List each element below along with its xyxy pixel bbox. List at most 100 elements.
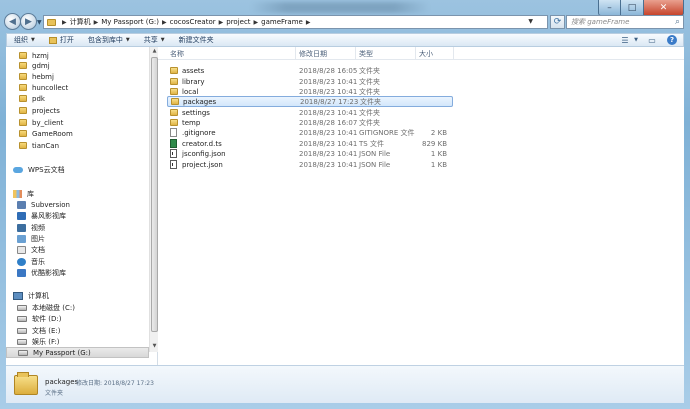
file-date: 2018/8/23 10:41 (299, 108, 358, 117)
nav-lib-pictures[interactable]: 图片 (17, 233, 45, 244)
nav-lib-subversion[interactable]: Subversion (17, 199, 70, 210)
refresh-button[interactable]: ⟳ (550, 15, 565, 29)
file-name: project.json (182, 160, 223, 169)
nav-item-label: 软件 (D:) (32, 314, 62, 323)
scroll-down-arrow-icon[interactable]: ▼ (151, 343, 158, 351)
file-date: 2018/8/23 10:41 (299, 149, 358, 158)
nav-drive-d[interactable]: 软件 (D:) (17, 313, 61, 324)
navigation-pane[interactable]: hzmj gdmj hebmj huncollect pdk projects … (6, 47, 158, 365)
folder-icon (170, 67, 178, 74)
nav-item-label: 视频 (31, 223, 45, 232)
scroll-thumb[interactable] (151, 57, 158, 332)
file-row[interactable]: .gitignore 2018/8/23 10:41 GITIGNORE 文件 … (167, 127, 453, 138)
chevron-down-icon[interactable]: ▼ (633, 35, 639, 45)
nav-folder-hebmj[interactable]: hebmj (19, 71, 54, 82)
preview-pane-icon[interactable]: ▭ (645, 35, 659, 45)
breadcrumb-gameframe[interactable]: gameFrame (261, 18, 303, 26)
back-button[interactable]: ◀ (4, 13, 21, 30)
column-divider[interactable] (453, 47, 454, 60)
nav-folder-projects[interactable]: projects (19, 105, 60, 116)
file-list[interactable]: 名称 修改日期 类型 大小 assets 2018/8/28 16:05 文件夹… (158, 47, 684, 365)
column-date[interactable]: 修改日期 (299, 49, 327, 59)
folder-icon (170, 109, 178, 116)
nav-lib-documents[interactable]: 文档 (17, 244, 45, 255)
nav-folder-by-client[interactable]: by_client (19, 117, 63, 128)
breadcrumb-separator[interactable]: ▶ (94, 19, 99, 26)
nav-lib-video[interactable]: 视频 (17, 222, 45, 233)
nav-libraries[interactable]: 库 (13, 188, 34, 199)
column-divider[interactable] (295, 47, 296, 60)
column-divider[interactable] (415, 47, 416, 60)
nav-drive-f[interactable]: 娱乐 (F:) (17, 336, 60, 347)
file-type: 文件夹 (360, 97, 381, 106)
file-size: 1 KB (430, 160, 447, 169)
breadcrumb-separator[interactable]: ▶ (162, 19, 167, 26)
nav-computer[interactable]: 计算机 (13, 290, 49, 301)
column-divider[interactable] (355, 47, 356, 60)
file-row-selected[interactable]: packages 2018/8/27 17:23 文件夹 (167, 96, 453, 107)
command-bar: 组织 ▼ 打开 包含到库中 ▼ 共享 ▼ 新建文件夹 ☰ ▼ ▭ ? (6, 33, 684, 47)
forward-button[interactable]: ▶ (20, 13, 37, 30)
address-bar[interactable]: ▶ 计算机 ▶ My Passport (G:) ▶ cocosCreator … (43, 15, 548, 29)
file-date: 2018/8/23 10:41 (299, 160, 358, 169)
scroll-up-arrow-icon[interactable]: ▲ (151, 48, 158, 56)
new-folder-button[interactable]: 新建文件夹 (172, 33, 221, 47)
file-size: 1 KB (430, 149, 447, 158)
nav-drive-c[interactable]: 本地磁盘 (C:) (17, 302, 75, 313)
nav-lib-music[interactable]: 音乐 (17, 256, 45, 267)
video-library-icon (17, 211, 26, 220)
view-options-icon[interactable]: ☰ (618, 35, 632, 45)
nav-wps-cloud[interactable]: WPS云文档 (13, 164, 65, 175)
share-menu[interactable]: 共享 ▼ (137, 33, 172, 47)
file-size: 2 KB (430, 128, 447, 137)
folder-icon (19, 142, 27, 149)
help-button[interactable]: ? (665, 35, 679, 45)
drive-icon (17, 304, 27, 311)
file-type: GITIGNORE 文件 (359, 128, 415, 137)
breadcrumb-separator[interactable]: ▶ (254, 19, 259, 26)
nav-folder-pdk[interactable]: pdk (19, 93, 45, 104)
file-date: 2018/8/23 10:41 (299, 77, 358, 86)
drive-icon (17, 338, 27, 345)
column-name[interactable]: 名称 (170, 49, 184, 59)
nav-item-label: Subversion (31, 200, 70, 209)
folder-icon (19, 119, 27, 126)
file-row[interactable]: jsconfig.json 2018/8/23 10:41 JSON File … (167, 148, 453, 159)
documents-icon (17, 245, 26, 254)
nav-item-label: 本地磁盘 (C:) (32, 303, 75, 312)
file-type: JSON File (359, 149, 391, 158)
address-history-dropdown[interactable]: ▼ (528, 18, 533, 25)
nav-folder-gameroom[interactable]: GameRoom (19, 128, 73, 139)
nav-drive-g[interactable]: My Passport (G:) (6, 347, 149, 358)
folder-icon (47, 18, 56, 26)
breadcrumb-separator[interactable]: ▶ (306, 19, 311, 26)
search-input[interactable]: 搜索 gameFrame ⌕ (566, 15, 684, 29)
column-size[interactable]: 大小 (419, 49, 433, 59)
open-button[interactable]: 打开 (42, 33, 81, 47)
nav-folder-gdmj[interactable]: gdmj (19, 60, 50, 71)
breadcrumb: ▶ 计算机 ▶ My Passport (G:) ▶ cocosCreator … (59, 17, 313, 27)
breadcrumb-separator[interactable]: ▶ (219, 19, 224, 26)
nav-lib-youku[interactable]: 优酷影视库 (17, 267, 66, 278)
nav-lib-baofeng[interactable]: 暴风影视库 (17, 210, 66, 221)
nav-folder-huncollect[interactable]: huncollect (19, 82, 68, 93)
breadcrumb-project[interactable]: project (226, 18, 250, 26)
nav-scrollbar[interactable]: ▲ ▼ (149, 47, 158, 352)
nav-drive-e[interactable]: 文档 (E:) (17, 325, 60, 336)
breadcrumb-drive[interactable]: My Passport (G:) (101, 18, 159, 26)
recent-pages-dropdown[interactable]: ▼ (37, 19, 42, 26)
file-row[interactable]: project.json 2018/8/23 10:41 JSON File 1… (167, 159, 453, 170)
nav-folder-tiancan[interactable]: tianCan (19, 140, 59, 151)
breadcrumb-computer[interactable]: 计算机 (70, 17, 91, 27)
folder-icon (171, 98, 179, 105)
nav-item-label: 音乐 (31, 257, 45, 266)
column-type[interactable]: 类型 (359, 49, 373, 59)
breadcrumb-cocoscreator[interactable]: cocosCreator (170, 18, 216, 26)
file-row[interactable]: assets 2018/8/28 16:05 文件夹 (167, 65, 453, 76)
organize-menu[interactable]: 组织 ▼ (7, 33, 42, 47)
search-icon[interactable]: ⌕ (675, 17, 680, 27)
computer-icon (13, 291, 23, 300)
file-name: temp (182, 118, 201, 127)
folder-icon (19, 52, 27, 59)
include-in-library-menu[interactable]: 包含到库中 ▼ (81, 33, 137, 47)
